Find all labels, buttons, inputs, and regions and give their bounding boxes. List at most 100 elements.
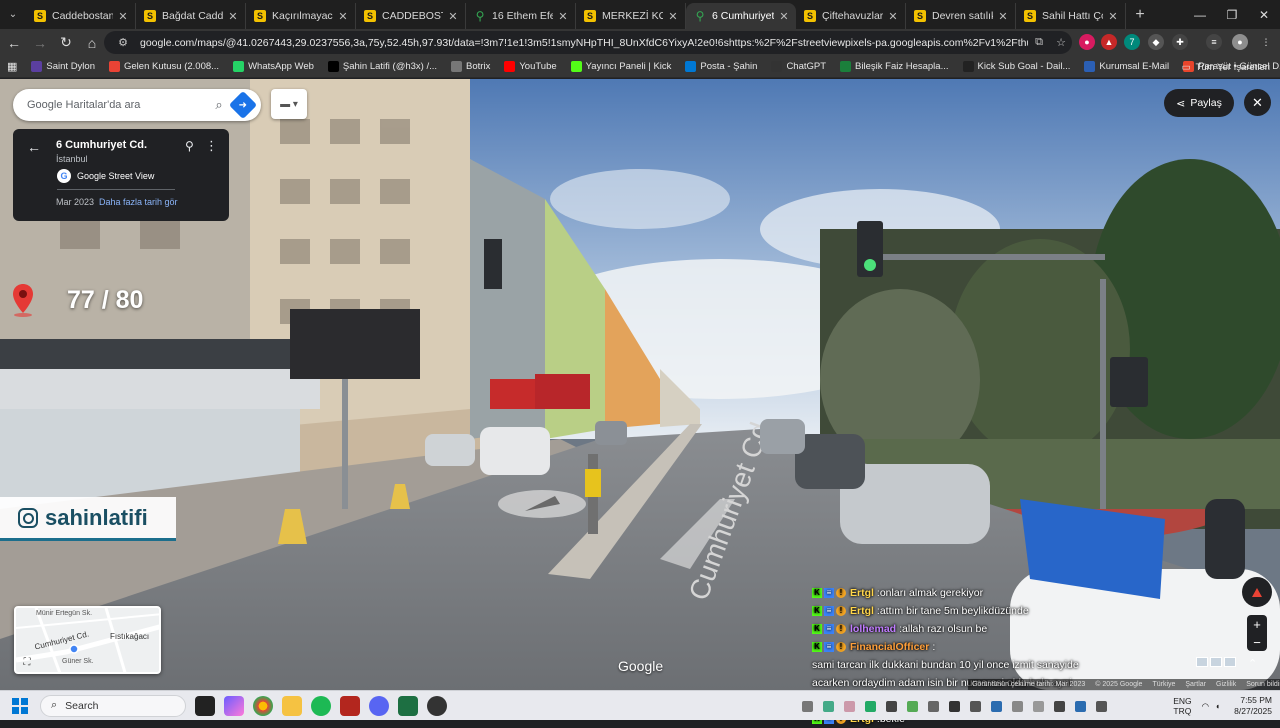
extension-icon-1[interactable]: ● [1079,34,1095,50]
address-bar[interactable]: ⚙ google.com/maps/@41.0267443,29.0237556… [104,31,1072,54]
browser-tab[interactable]: ⚲ 16 Ethem Efendi C ✕ [466,3,576,29]
discord-icon[interactable] [369,695,389,716]
file-explorer-icon[interactable] [282,695,302,716]
bookmark-star-icon[interactable]: ☆ [1050,36,1072,49]
media-controls-icon[interactable]: ≡ [1206,34,1222,50]
maps-footer-item[interactable]: Gizlilik [1216,681,1236,688]
bookmark-item[interactable]: Kurumsal E-Mail [1077,61,1176,72]
zoom-in-icon[interactable]: + [1253,617,1261,632]
tray-icon[interactable] [1096,700,1107,712]
open-in-window-icon[interactable]: ⧉ [1028,36,1050,49]
tray-icon[interactable] [802,700,813,712]
tray-icon[interactable] [844,700,855,712]
tab-close-icon[interactable]: ✕ [1107,10,1119,23]
tray-icon[interactable] [823,700,834,712]
tab-close-icon[interactable]: ✕ [667,10,679,23]
bookmark-item[interactable]: Kick Sub Goal - Dail... [956,61,1078,72]
speaker-icon[interactable]: ◖ [1215,701,1220,711]
browser-tab[interactable]: S Bağdat Caddesin ✕ [136,3,246,29]
all-bookmarks-folder[interactable]: ▭ Tüm Yer İşaretleri [1182,56,1270,78]
app-icon[interactable] [340,695,360,716]
maps-search-box[interactable]: Google Haritalar'da ara ⌕ ➜ [13,89,261,121]
map-type-thumbnails[interactable] [1196,657,1236,667]
tray-icon[interactable] [865,700,876,712]
reload-icon[interactable]: ↻ [54,31,78,55]
tab-close-icon[interactable]: ✕ [447,10,459,23]
browser-tab[interactable]: ⚲ 6 Cumhuriyet Cd. ✕ [686,3,796,29]
bookmark-item[interactable]: Botrix [444,61,497,72]
chevron-up-icon[interactable]: ⌃ [1248,657,1257,670]
tab-close-icon[interactable]: ✕ [227,10,239,23]
tab-close-icon[interactable]: ✕ [337,10,349,23]
tray-icon[interactable] [1075,700,1086,712]
tab-close-icon[interactable]: ✕ [557,10,569,23]
windows-start-icon[interactable] [12,697,28,714]
obs-icon[interactable] [427,695,447,716]
extension-icon-4[interactable]: ◆ [1148,34,1164,50]
tray-icon[interactable] [970,700,981,712]
profile-avatar-icon[interactable]: ● [1232,34,1248,50]
tray-icon[interactable] [907,700,918,712]
window-close-icon[interactable]: ✕ [1248,0,1280,29]
new-tab-button[interactable]: + [1126,6,1154,24]
location-pin-icon[interactable]: ⚲ [185,139,194,153]
minimize-icon[interactable]: — [1184,0,1216,29]
tray-icon[interactable] [991,700,1002,712]
taskbar-search[interactable]: ⌕ Search [40,694,186,717]
close-street-view-button[interactable]: ✕ [1244,89,1271,116]
browser-tab[interactable]: S Devren satılık cafe ✕ [906,3,1016,29]
more-dates-link[interactable]: Daha fazla tarih gör [99,197,178,207]
compass-icon[interactable] [1242,577,1272,607]
expand-map-icon[interactable]: ⛶ [20,655,34,669]
maps-footer-item[interactable]: Şartlar [1185,681,1206,688]
tray-icon[interactable] [1033,700,1044,712]
copilot-icon[interactable] [224,695,244,716]
tray-icon[interactable] [886,700,897,712]
extension-icon-3[interactable]: 7 [1124,34,1140,50]
bookmark-item[interactable]: WhatsApp Web [226,61,321,72]
restore-icon[interactable]: ❐ [1216,0,1248,29]
browser-tab[interactable]: S Caddebostan Ma ✕ [26,3,136,29]
maps-search-input[interactable]: Google Haritalar'da ara [27,99,205,111]
bookmark-item[interactable]: Saint Dylon [24,61,102,72]
tray-icon[interactable] [1054,700,1065,712]
bookmark-item[interactable]: ChatGPT [764,61,833,72]
mini-map[interactable]: Münir Ertegün Sk. Cumhuriyet Cd. Fıstıka… [14,606,161,674]
back-arrow-icon[interactable]: ← [2,31,26,55]
forward-arrow-icon[interactable]: → [28,31,52,55]
tab-close-icon[interactable]: ✕ [997,10,1009,23]
browser-tab[interactable]: S Çiftehavuzlar Satı ✕ [796,3,906,29]
browser-menu-icon[interactable]: ⋮ [1258,34,1274,50]
browser-tab[interactable]: S Sahil Hattı Çok Ö ✕ [1016,3,1126,29]
tray-icon[interactable] [949,700,960,712]
wifi-icon[interactable]: ◠ [1202,701,1209,712]
bookmark-item[interactable]: Bileşik Faiz Hesapla... [833,61,955,72]
directions-icon[interactable]: ➜ [228,90,258,120]
browser-tab[interactable]: S MERKEZİ KONUM ✕ [576,3,686,29]
zoom-out-icon[interactable]: − [1253,635,1261,650]
browser-tab[interactable]: S Kaçırılmayacak ku ✕ [246,3,356,29]
bookmark-item[interactable]: Yayıncı Paneli | Kick [564,61,679,72]
bookmark-item[interactable]: YouTube [497,61,563,72]
browser-tab[interactable]: S CADDEBOSTAN İL ✕ [356,3,466,29]
tray-icon[interactable] [1012,700,1023,712]
street-view-layer-toggle[interactable]: ▬ ▾ [271,89,307,119]
back-arrow-icon[interactable]: ← [27,139,41,155]
spotify-icon[interactable] [311,695,331,716]
tab-close-icon[interactable]: ✕ [778,10,790,23]
bookmark-item[interactable]: Posta - Şahin [678,61,764,72]
task-view-icon[interactable] [195,695,215,716]
share-button[interactable]: ⋖ Paylaş [1164,89,1234,117]
clock[interactable]: 7:55 PM 8/27/2025 [1234,695,1272,717]
tab-close-icon[interactable]: ✕ [887,10,899,23]
extension-icon-2[interactable]: ▲ [1101,34,1117,50]
maps-footer-item[interactable]: Sorun bildirin [1246,681,1280,688]
tab-search-dropdown-icon[interactable]: ⌄ [0,4,26,26]
more-options-icon[interactable]: ⋮ [205,138,218,154]
bookmark-item[interactable]: Gelen Kutusu (2.008... [102,61,226,72]
tray-icon[interactable] [928,700,939,712]
site-info-icon[interactable]: ⚙ [112,36,134,49]
apps-grid-icon[interactable]: ▦ [0,60,24,73]
excel-icon[interactable] [398,695,418,716]
bookmark-item[interactable]: Şahin Latifi (@h3x) /... [321,61,444,72]
